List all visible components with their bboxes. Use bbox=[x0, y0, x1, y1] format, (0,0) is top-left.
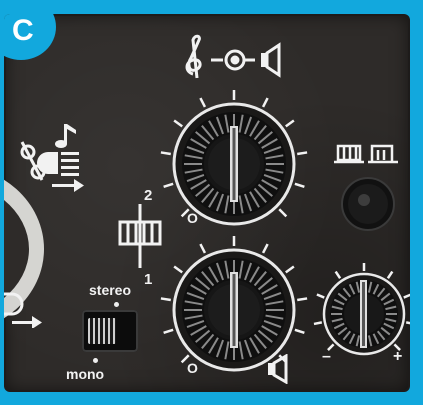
speaker-icon bbox=[261, 42, 281, 78]
speaker-output-icon bbox=[268, 354, 288, 384]
music-note-icon bbox=[55, 124, 76, 148]
channel-2-label: 2 bbox=[144, 187, 152, 204]
treble-clef-icon bbox=[185, 34, 202, 79]
badge-glyph: C bbox=[12, 14, 34, 47]
corner-badge: C bbox=[4, 14, 56, 60]
mono-dot bbox=[93, 358, 98, 363]
tape-mode-icons bbox=[334, 144, 398, 164]
scale-tick bbox=[199, 243, 207, 254]
arrow-right-icon bbox=[52, 179, 84, 192]
scale-tick bbox=[297, 151, 308, 156]
volume-knob-min-label: O bbox=[187, 360, 198, 376]
tape-mode-button[interactable] bbox=[338, 174, 398, 234]
stereo-mono-switch[interactable] bbox=[82, 310, 138, 352]
scale-tick bbox=[386, 270, 394, 279]
tape-alt-icon bbox=[368, 144, 398, 164]
scale-tick bbox=[294, 328, 305, 335]
scale-tick bbox=[297, 297, 308, 302]
balance-plus-label: + bbox=[393, 348, 403, 365]
scale-tick bbox=[313, 321, 323, 326]
control-panel: 2 1 O O – + stereo mono C bbox=[4, 14, 410, 392]
scale-tick bbox=[316, 293, 325, 299]
stereo-dot bbox=[114, 302, 119, 307]
disc-pickup-icon bbox=[211, 49, 255, 71]
switch-grip bbox=[88, 318, 116, 344]
scale-tick bbox=[294, 182, 305, 189]
scale-tick bbox=[261, 97, 269, 108]
scale-tick bbox=[160, 297, 171, 302]
balance-minus-label: – bbox=[322, 348, 331, 365]
scale-tick bbox=[163, 182, 174, 189]
scale-tick bbox=[278, 208, 288, 218]
channel-1-label: 1 bbox=[144, 271, 152, 288]
left-icons bbox=[20, 124, 84, 192]
tape-icon bbox=[334, 144, 364, 164]
headlamp-icon bbox=[37, 152, 79, 176]
scale-tick bbox=[261, 243, 269, 254]
scale-tick bbox=[160, 151, 171, 156]
tone-knob-min-label: O bbox=[187, 210, 198, 226]
scale-tick bbox=[163, 328, 174, 335]
scale-tick bbox=[334, 270, 342, 279]
tone-knob[interactable] bbox=[154, 84, 314, 244]
scale-tick bbox=[173, 119, 183, 128]
frame-edge bbox=[410, 0, 423, 405]
scale-tick bbox=[285, 119, 295, 128]
scale-tick bbox=[199, 97, 207, 108]
mono-label: mono bbox=[66, 366, 105, 382]
source-icons-row bbox=[185, 34, 281, 79]
scale-tick bbox=[173, 265, 183, 274]
stereo-label: stereo bbox=[89, 282, 132, 298]
left-output-icon bbox=[4, 292, 42, 328]
scale-tick bbox=[285, 265, 295, 274]
